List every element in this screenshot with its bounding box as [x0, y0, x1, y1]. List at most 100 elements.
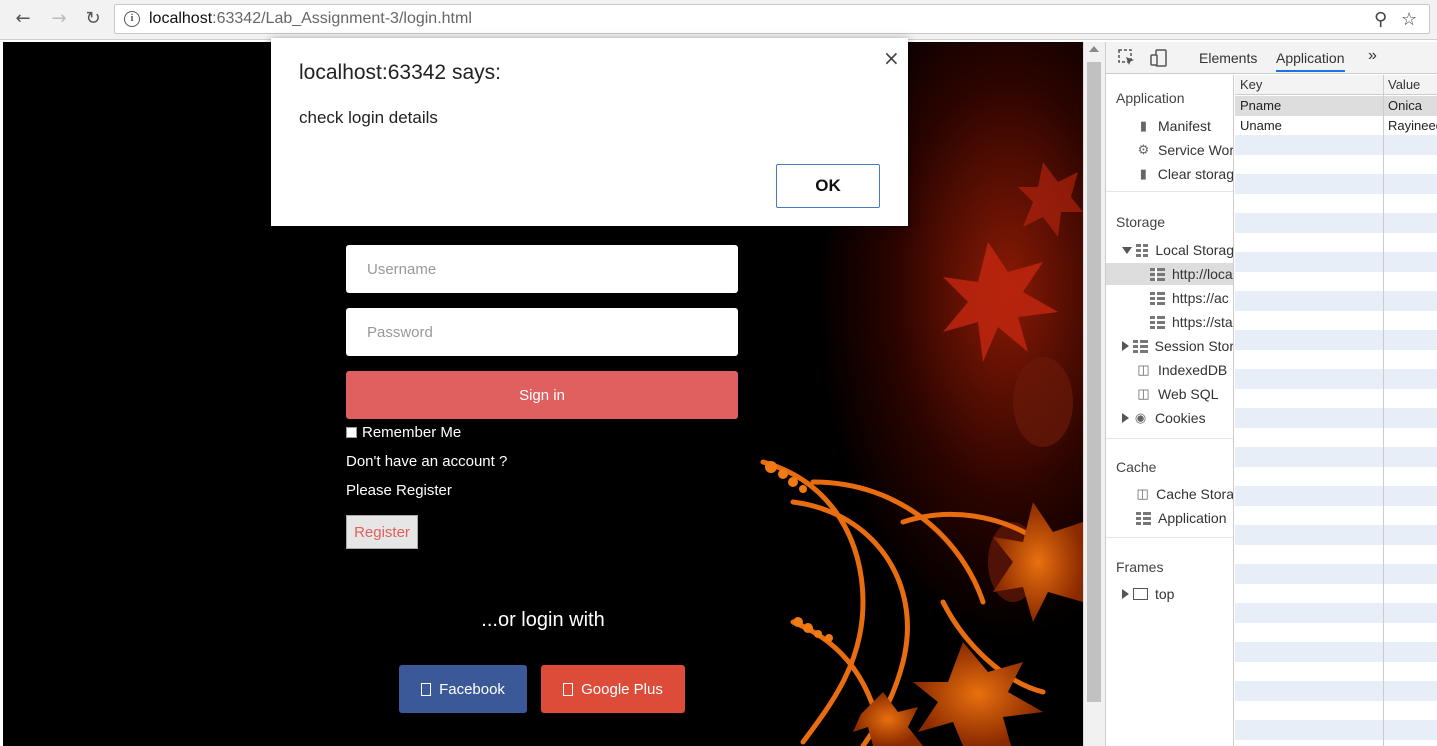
sidebar-item-label: IndexedDB: [1158, 362, 1228, 378]
table-stripe: [1235, 213, 1437, 233]
signin-button[interactable]: Sign in: [346, 371, 738, 419]
sidebar-item-local-origin-1[interactable]: http://loca: [1106, 263, 1233, 285]
sidebar-item-manifest[interactable]: ▮ Manifest: [1106, 115, 1233, 137]
tab-application[interactable]: Application: [1276, 50, 1345, 72]
password-input[interactable]: [346, 308, 738, 356]
section-frames: Frames: [1116, 559, 1164, 575]
sidebar-item-local-origin-2[interactable]: https://ac: [1106, 287, 1233, 309]
bookmark-star-icon[interactable]: ☆: [1401, 9, 1417, 30]
url-path: :63342/Lab_Assignment-3/login.html: [212, 10, 472, 27]
sidebar-item-top-frame[interactable]: top: [1106, 583, 1233, 605]
table-icon: [1133, 339, 1148, 353]
divider: [1106, 438, 1233, 439]
sidebar-item-clear-storage[interactable]: ▮ Clear storag: [1106, 163, 1234, 185]
sidebar-item-label: Cookies: [1155, 410, 1206, 426]
no-account-text: Don't have an account ?: [346, 453, 508, 470]
alert-dialog: localhost:63342 says: check login detail…: [271, 38, 908, 226]
row-value: Rayineed: [1388, 117, 1437, 133]
username-input[interactable]: [346, 245, 738, 293]
sidebar-item-cookies[interactable]: ◉ Cookies: [1106, 407, 1233, 429]
row-key: Uname: [1240, 117, 1282, 133]
table-stripe: [1235, 720, 1437, 740]
device-toolbar-icon[interactable]: [1150, 49, 1168, 67]
sidebar-item-session-storage[interactable]: Session Stor: [1106, 335, 1233, 357]
frame-icon: [1133, 588, 1148, 600]
database-icon: ◫: [1137, 362, 1150, 377]
column-header-key[interactable]: Key: [1240, 77, 1262, 92]
collapse-triangle-icon[interactable]: [1122, 589, 1129, 599]
expand-triangle-icon[interactable]: [1122, 246, 1132, 254]
google-plus-icon: [563, 682, 574, 696]
table-stripe: [1235, 642, 1437, 662]
devtools-panel: Elements Application » Application ▮ Mani…: [1105, 42, 1437, 746]
remember-checkbox[interactable]: [346, 427, 357, 438]
sidebar-item-label: Clear storag: [1157, 166, 1234, 182]
sidebar-item-service-workers[interactable]: ⚙ Service Wor: [1106, 139, 1234, 161]
info-icon[interactable]: i: [124, 11, 140, 27]
table-stripe: [1235, 291, 1437, 311]
address-bar[interactable]: i localhost:63342/Lab_Assignment-3/login…: [114, 4, 1430, 34]
devtools-sidebar: Application ▮ Manifest ⚙ Service Wor ▮ Clea…: [1106, 75, 1234, 746]
table-icon: [1150, 291, 1165, 305]
row-value: Onica: [1388, 98, 1422, 113]
browser-toolbar: ← → ↻ i localhost:63342/Lab_Assignment-3…: [0, 0, 1437, 40]
back-arrow-icon[interactable]: ←: [12, 8, 34, 30]
register-button[interactable]: Register: [346, 515, 418, 549]
tab-elements[interactable]: Elements: [1199, 50, 1257, 66]
remember-label: Remember Me: [362, 424, 462, 441]
devtools-tabbar: Elements Application »: [1106, 42, 1437, 74]
table-stripe: [1235, 330, 1437, 350]
more-tabs-icon[interactable]: »: [1368, 47, 1377, 65]
dialog-message: check login details: [299, 108, 438, 127]
scroll-up-arrow-icon[interactable]: [1089, 46, 1099, 52]
section-application: Application: [1116, 90, 1185, 106]
sidebar-item-label: Application: [1158, 510, 1227, 526]
table-stripe: [1235, 486, 1437, 506]
forward-arrow-icon[interactable]: →: [48, 8, 70, 30]
sidebar-item-label: https://sta: [1172, 314, 1233, 330]
table-icon: [1150, 267, 1165, 281]
close-icon[interactable]: ×: [883, 46, 900, 70]
zoom-icon[interactable]: ⚲: [1374, 9, 1387, 30]
reload-icon[interactable]: ↻: [82, 8, 104, 30]
section-cache: Cache: [1116, 459, 1157, 475]
facebook-label: Facebook: [439, 680, 505, 698]
sidebar-item-label: top: [1155, 586, 1175, 602]
database-icon: ◫: [1137, 386, 1150, 401]
trash-icon: ▮: [1139, 166, 1147, 181]
remember-me[interactable]: Remember Me: [346, 424, 461, 441]
table-icon: [1136, 243, 1149, 257]
column-header-value[interactable]: Value: [1388, 77, 1420, 92]
google-plus-button[interactable]: Google Plus: [541, 665, 685, 713]
sidebar-item-indexeddb[interactable]: ◫ IndexedDB: [1106, 359, 1233, 381]
sidebar-item-local-origin-3[interactable]: https://sta: [1106, 311, 1233, 333]
table-stripe: [1235, 369, 1437, 389]
password-field[interactable]: [346, 308, 738, 356]
sidebar-item-local-storage[interactable]: Local Storag: [1106, 239, 1233, 261]
please-register-text: Please Register: [346, 482, 452, 499]
scrollbar-thumb[interactable]: [1087, 62, 1101, 702]
table-row[interactable]: Uname Rayineed: [1235, 116, 1437, 136]
url-text: localhost:63342/Lab_Assignment-3/login.h…: [149, 10, 472, 28]
ok-button[interactable]: OK: [776, 164, 880, 208]
table-stripe: [1235, 252, 1437, 272]
facebook-button[interactable]: Facebook: [399, 665, 527, 713]
table-stripe: [1235, 447, 1437, 467]
table-header: Key Value: [1235, 75, 1437, 95]
inspect-element-icon[interactable]: [1118, 49, 1136, 67]
collapse-triangle-icon[interactable]: [1122, 341, 1129, 351]
sidebar-item-label: Service Wor: [1158, 142, 1234, 158]
sidebar-item-cache-storage[interactable]: ◫ Cache Stora: [1106, 483, 1233, 505]
collapse-triangle-icon[interactable]: [1122, 413, 1129, 423]
table-row[interactable]: Pname Onica: [1235, 96, 1437, 116]
sidebar-item-web-sql[interactable]: ◫ Web SQL: [1106, 383, 1233, 405]
table-stripe: [1235, 135, 1437, 155]
username-field[interactable]: [346, 245, 738, 293]
or-login-text: ...or login with: [481, 609, 605, 631]
page-scrollbar[interactable]: [1083, 42, 1105, 746]
sidebar-item-application-cache[interactable]: Application: [1106, 507, 1233, 529]
row-key: Pname: [1240, 98, 1282, 113]
divider: [1106, 191, 1233, 192]
facebook-icon: [421, 682, 432, 696]
dialog-title: localhost:63342 says:: [299, 61, 501, 84]
